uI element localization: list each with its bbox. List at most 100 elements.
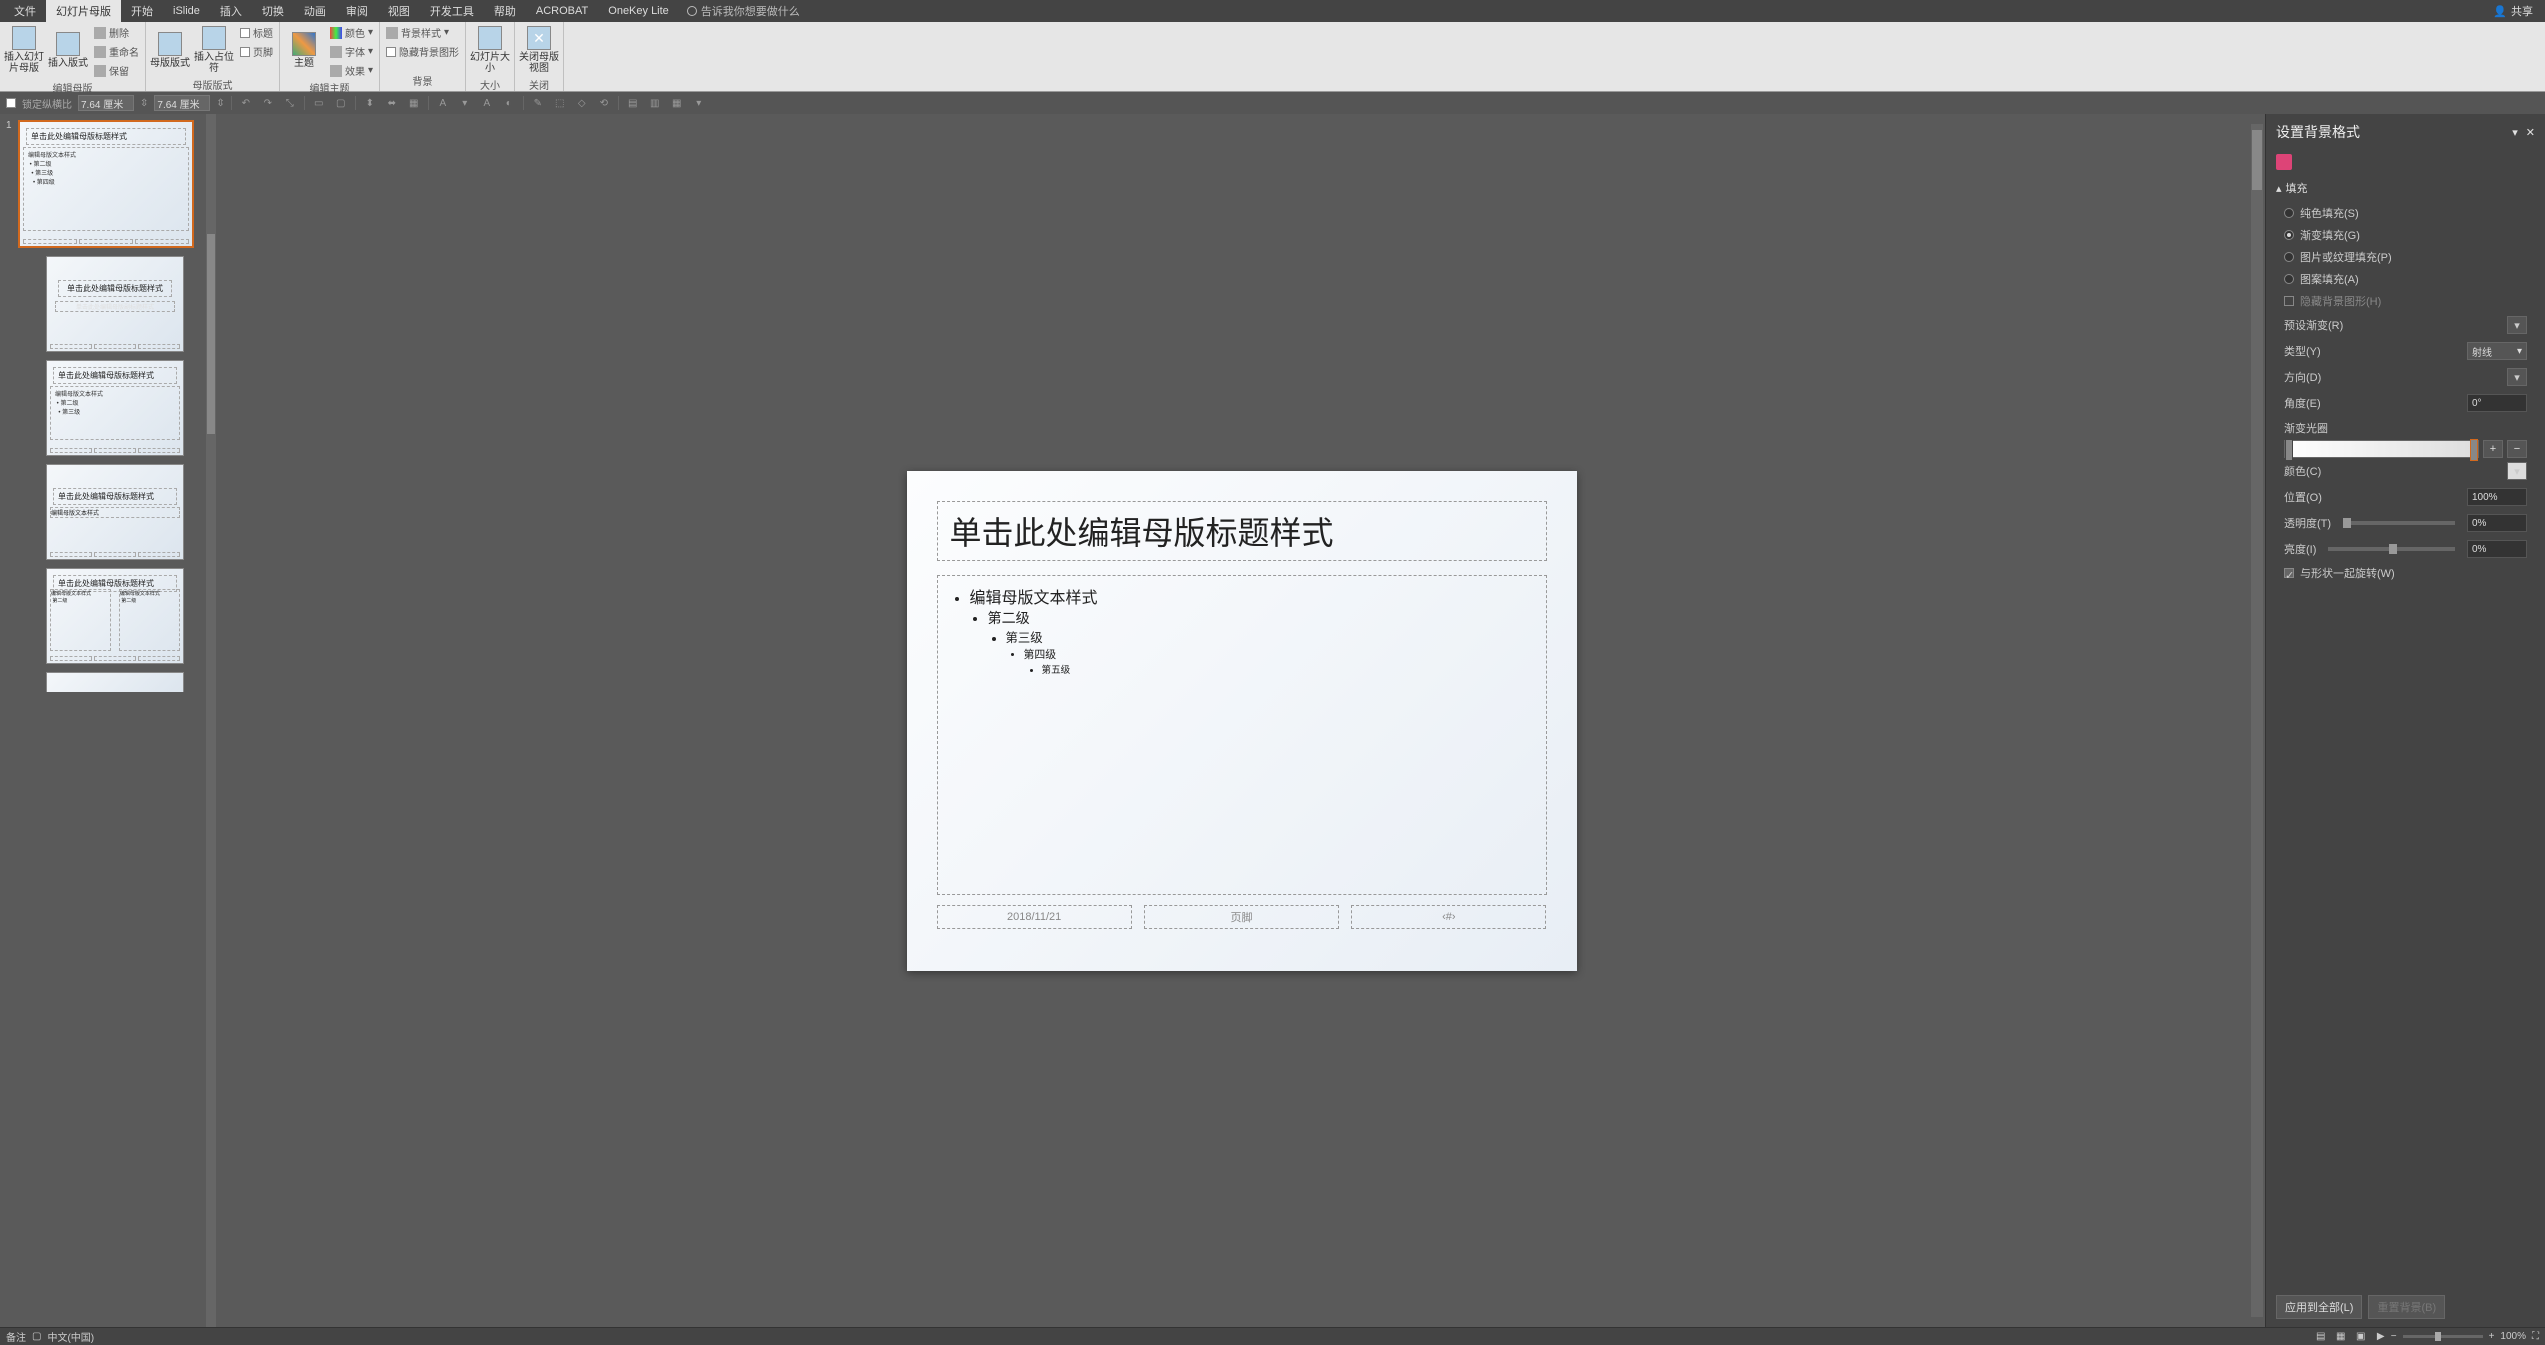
zoom-in-button[interactable]: + — [2489, 1331, 2495, 1342]
tool-btn[interactable]: ↶ — [238, 95, 254, 111]
slidenum-placeholder[interactable]: ‹#› — [1351, 905, 1546, 929]
tab-file[interactable]: 文件 — [4, 0, 46, 22]
tab-islide[interactable]: iSlide — [163, 2, 210, 20]
insert-slide-master-button[interactable]: 插入幻灯片母版 — [4, 24, 44, 76]
themes-button[interactable]: 主题 — [284, 24, 324, 76]
preset-gradient-dropdown[interactable]: ▾ — [2507, 316, 2527, 334]
width-input[interactable] — [78, 95, 134, 111]
tool-btn[interactable]: ⬚ — [552, 95, 568, 111]
tool-btn[interactable]: ▥ — [647, 95, 663, 111]
tool-btn[interactable]: ◐ — [501, 95, 517, 111]
tool-btn[interactable]: ▭ — [311, 95, 327, 111]
zoom-value[interactable]: 100% — [2500, 1331, 2526, 1342]
solid-fill-radio[interactable]: 纯色填充(S) — [2276, 202, 2535, 224]
colors-button[interactable]: 颜色 ▾ — [328, 24, 375, 41]
insert-layout-button[interactable]: 插入版式 — [48, 24, 88, 76]
tool-btn[interactable]: ▾ — [457, 95, 473, 111]
lock-aspect-checkbox[interactable] — [6, 98, 16, 108]
height-input[interactable] — [154, 95, 210, 111]
spinner-icon[interactable]: ⇳ — [140, 98, 148, 109]
preserve-button[interactable]: 保留 — [92, 62, 141, 79]
gradient-type-dropdown[interactable]: 射线▾ — [2467, 342, 2527, 360]
insert-placeholder-button[interactable]: 插入占位符 — [194, 24, 234, 76]
brightness-input[interactable] — [2467, 540, 2527, 558]
tool-btn[interactable]: ▤ — [625, 95, 641, 111]
tool-btn[interactable]: ▦ — [669, 95, 685, 111]
direction-dropdown[interactable]: ▾ — [2507, 368, 2527, 386]
gradient-fill-radio[interactable]: 渐变填充(G) — [2276, 224, 2535, 246]
effects-button[interactable]: 效果 ▾ — [328, 62, 375, 79]
tab-insert[interactable]: 插入 — [210, 0, 252, 22]
thumbnail-scrollbar[interactable] — [206, 114, 216, 1327]
layout-thumbnail-3[interactable]: 单击此处编辑母版标题样式 编辑母版文本样式 — [46, 464, 212, 560]
master-thumbnail[interactable]: 1 单击此处编辑母版标题样式 编辑母版文本样式 • 第二级 • 第三级 • 第四… — [6, 120, 212, 248]
slide-size-button[interactable]: 幻灯片大小 — [470, 24, 510, 76]
tool-btn[interactable]: ▾ — [691, 95, 707, 111]
notes-button[interactable]: 备注 — [6, 1329, 26, 1344]
title-placeholder[interactable]: 单击此处编辑母版标题样式 — [937, 501, 1547, 561]
gradient-stops-bar[interactable] — [2284, 440, 2479, 458]
tab-view[interactable]: 视图 — [378, 0, 420, 22]
tab-acrobat[interactable]: ACROBAT — [526, 2, 598, 20]
slideshow-button[interactable]: ▶ — [2372, 1330, 2390, 1344]
tab-transition[interactable]: 切换 — [252, 0, 294, 22]
tool-btn[interactable]: A — [479, 95, 495, 111]
tab-slidemaster[interactable]: 幻灯片母版 — [46, 0, 121, 22]
tool-btn[interactable]: ⟲ — [596, 95, 612, 111]
remove-stop-button[interactable]: − — [2507, 440, 2527, 458]
hide-bg-graphics-checkbox[interactable]: 隐藏背景图形 — [384, 43, 461, 60]
master-layout-button[interactable]: 母版版式 — [150, 24, 190, 76]
delete-button[interactable]: 删除 — [92, 24, 141, 41]
tab-onekey[interactable]: OneKey Lite — [598, 2, 679, 20]
tab-review[interactable]: 审阅 — [336, 0, 378, 22]
tool-btn[interactable]: ⬍ — [362, 95, 378, 111]
tool-btn[interactable]: ▦ — [406, 95, 422, 111]
transparency-slider[interactable] — [2343, 521, 2455, 525]
chevron-down-icon[interactable]: ▾ — [2512, 126, 2518, 139]
sorter-view-button[interactable]: ▦ — [2332, 1330, 2350, 1344]
tool-btn[interactable]: A — [435, 95, 451, 111]
tool-btn[interactable]: ⤡ — [282, 95, 298, 111]
footers-checkbox[interactable]: 页脚 — [238, 43, 275, 60]
language-label[interactable]: 中文(中国) — [47, 1329, 94, 1344]
close-master-view-button[interactable]: ✕ 关闭母版视图 — [519, 24, 559, 76]
reset-background-button[interactable]: 重置背景(B) — [2368, 1295, 2445, 1319]
date-placeholder[interactable]: 2018/11/21 — [937, 905, 1132, 929]
picture-fill-radio[interactable]: 图片或纹理填充(P) — [2276, 246, 2535, 268]
canvas-scrollbar[interactable] — [2251, 124, 2263, 1317]
fill-section-header[interactable]: ▴ 填充 — [2276, 180, 2535, 196]
share-button[interactable]: 👤 共享 — [2485, 3, 2541, 19]
zoom-out-button[interactable]: − — [2391, 1331, 2397, 1342]
tab-start[interactable]: 开始 — [121, 0, 163, 22]
position-input[interactable] — [2467, 488, 2527, 506]
spinner-icon[interactable]: ⇳ — [216, 98, 224, 109]
bg-styles-button[interactable]: 背景样式 ▾ — [384, 24, 461, 41]
rename-button[interactable]: 重命名 — [92, 43, 141, 60]
brightness-slider[interactable] — [2328, 547, 2455, 551]
angle-input[interactable] — [2467, 394, 2527, 412]
title-checkbox[interactable]: 标题 — [238, 24, 275, 41]
fit-to-window-button[interactable]: ⛶ — [2532, 1331, 2539, 1342]
add-stop-button[interactable]: + — [2483, 440, 2503, 458]
tab-help[interactable]: 帮助 — [484, 0, 526, 22]
fonts-button[interactable]: 字体 ▾ — [328, 43, 375, 60]
apply-to-all-button[interactable]: 应用到全部(L) — [2276, 1295, 2362, 1319]
body-placeholder[interactable]: 编辑母版文本样式 第二级 第三级 第四级 第五级 — [937, 575, 1547, 895]
layout-thumbnail-4[interactable]: 单击此处编辑母版标题样式 编辑母版文本样式 第二级 编辑母版文本样式 第二级 — [46, 568, 212, 664]
layout-thumbnail-2[interactable]: 单击此处编辑母版标题样式 编辑母版文本样式 • 第二级 • 第三级 — [46, 360, 212, 456]
tool-btn[interactable]: ⬌ — [384, 95, 400, 111]
footer-placeholder[interactable]: 页脚 — [1144, 905, 1339, 929]
rotate-with-shape-checkbox[interactable]: ✓与形状一起旋转(W) — [2276, 562, 2535, 584]
normal-view-button[interactable]: ▤ — [2312, 1330, 2330, 1344]
tab-devtools[interactable]: 开发工具 — [420, 0, 484, 22]
transparency-input[interactable] — [2467, 514, 2527, 532]
tool-btn[interactable]: ↷ — [260, 95, 276, 111]
close-pane-icon[interactable]: ✕ — [2526, 126, 2535, 139]
fill-bucket-icon[interactable] — [2276, 154, 2292, 170]
layout-thumbnail-1[interactable]: 单击此处编辑母版标题样式 单击此处编辑母版副标题样式 — [46, 256, 212, 352]
tell-me[interactable]: 告诉我你想要做什么 — [687, 3, 800, 19]
hide-bg-checkbox[interactable]: 隐藏背景图形(H) — [2276, 290, 2535, 312]
slide-master-editor[interactable]: 单击此处编辑母版标题样式 编辑母版文本样式 第二级 第三级 第四级 第五级 — [907, 471, 1577, 971]
tool-btn[interactable]: ◇ — [574, 95, 590, 111]
pattern-fill-radio[interactable]: 图案填充(A) — [2276, 268, 2535, 290]
